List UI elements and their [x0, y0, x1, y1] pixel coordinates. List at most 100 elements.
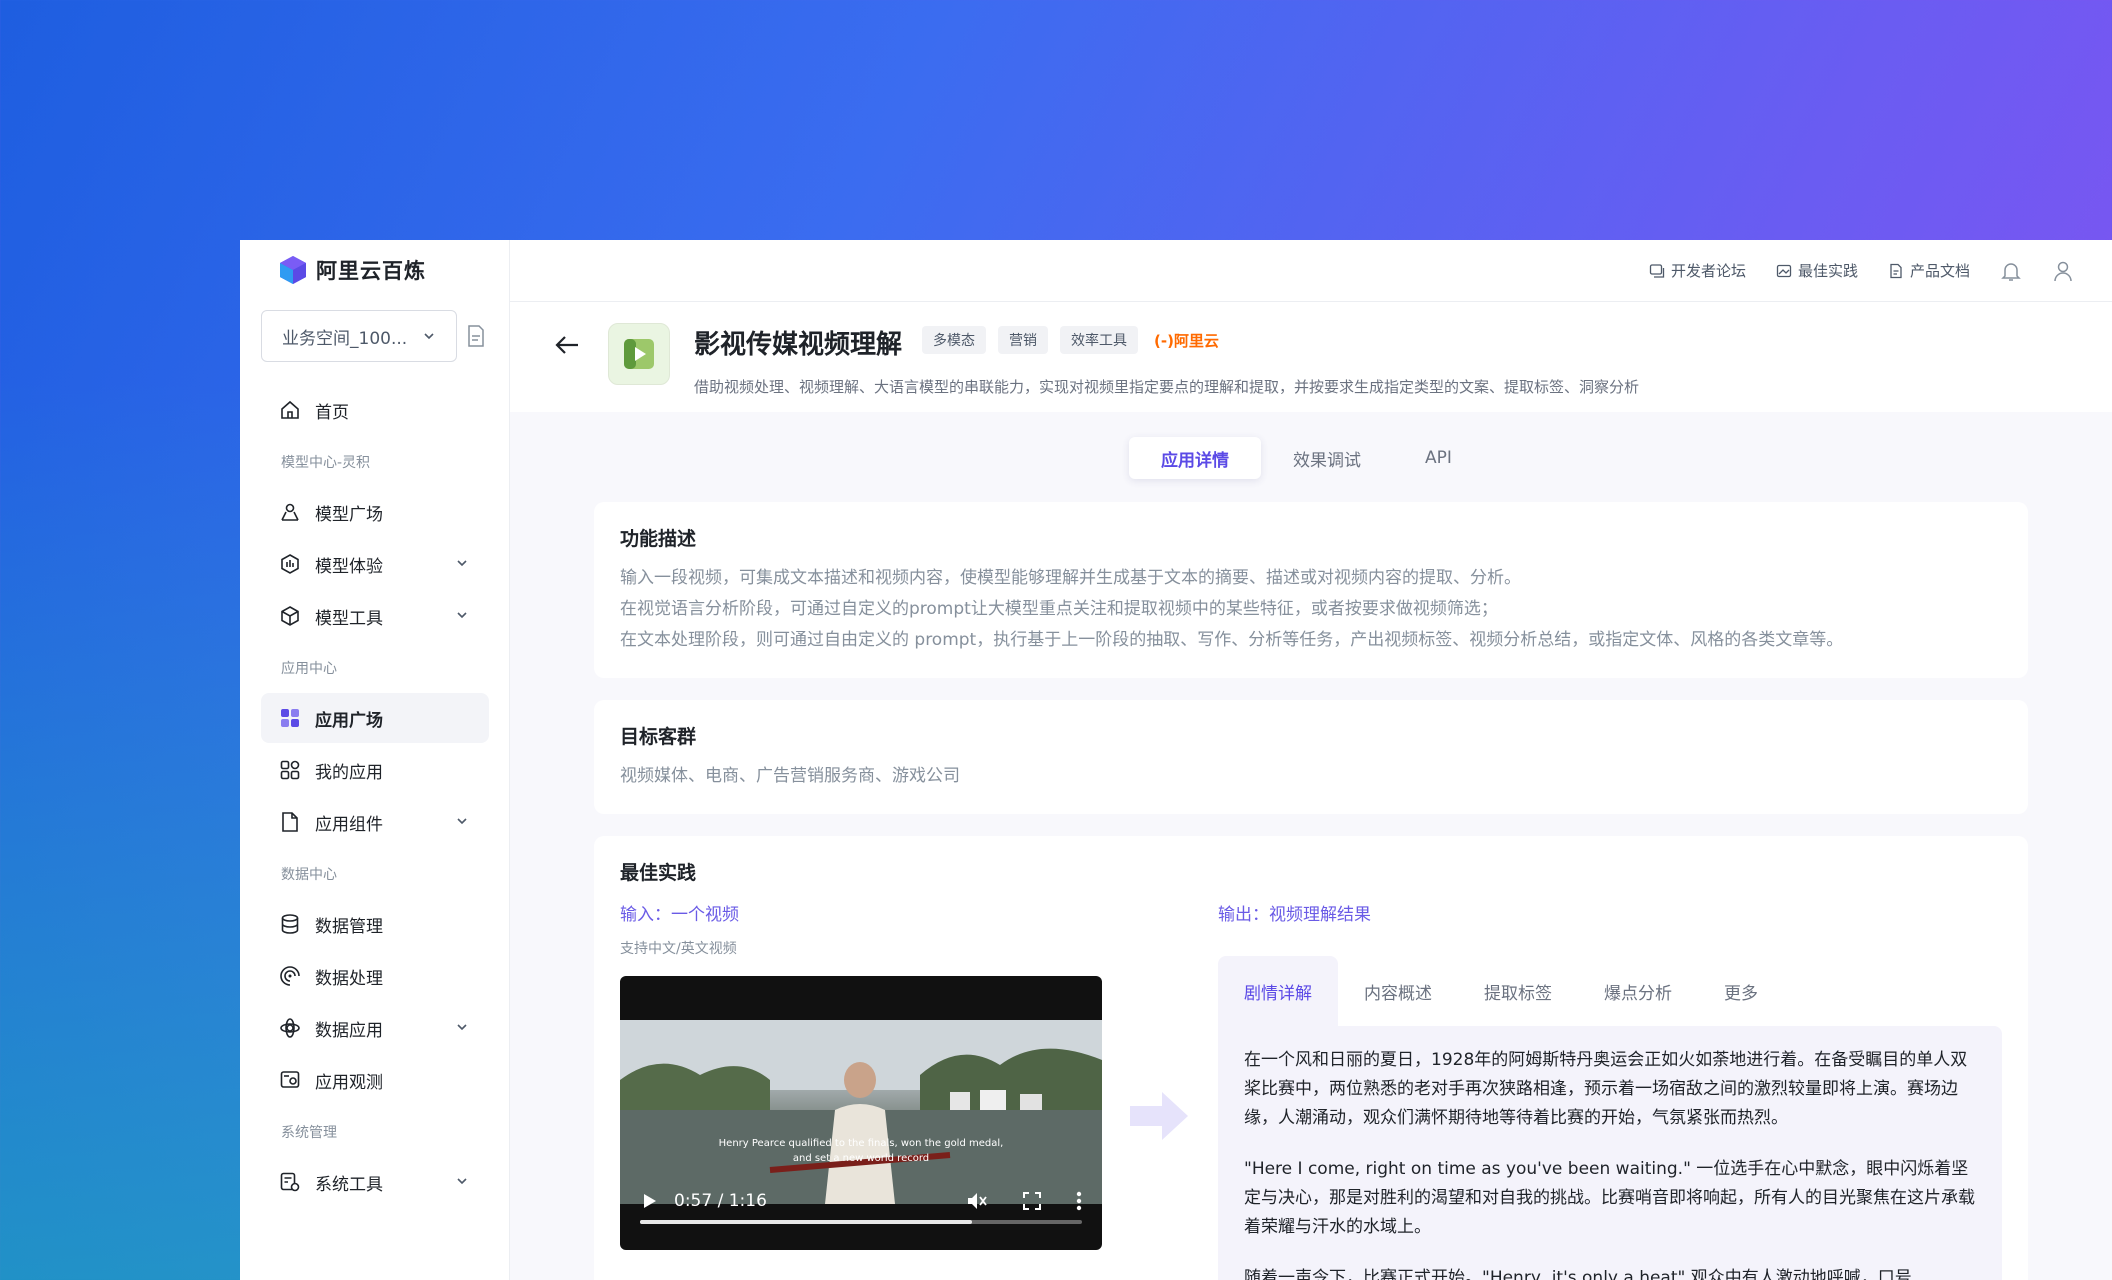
home-icon	[279, 399, 301, 421]
document-icon[interactable]	[466, 324, 486, 348]
output-paragraph: "Here I come, right on time as you've be…	[1244, 1159, 1975, 1237]
user-icon[interactable]	[2052, 260, 2074, 282]
feature-line: 在视觉语言分析阶段，可通过自定义的prompt让大模型重点关注和提取视频中的某些…	[620, 599, 1498, 619]
sidebar-item[interactable]: 我的应用	[261, 745, 489, 795]
tab-api[interactable]: API	[1393, 437, 1484, 479]
input-note: 支持中文/英文视频	[620, 941, 737, 957]
my-apps-icon	[279, 759, 301, 781]
mute-icon[interactable]	[966, 1190, 988, 1212]
tab-app-detail[interactable]: 应用详情	[1129, 437, 1261, 479]
database-icon	[279, 913, 301, 935]
sidebar-item-label: 模型体验	[315, 556, 383, 577]
input-label: 输入：一个视频	[620, 905, 739, 925]
detail-tabs: 应用详情 效果调试 API	[1129, 437, 1484, 479]
audience-title: 目标客群	[620, 726, 697, 748]
logo[interactable]: 阿里云百炼	[278, 254, 426, 286]
feature-title: 功能描述	[620, 528, 697, 550]
chevron-down-icon[interactable]	[455, 556, 469, 570]
output-tab-plot[interactable]: 剧情详解	[1218, 956, 1338, 1026]
tag: 营销	[998, 326, 1048, 354]
sidebar-group-label: 数据中心	[281, 867, 337, 883]
fullscreen-icon[interactable]	[1022, 1191, 1042, 1211]
product-docs-link[interactable]: 产品文档	[1888, 260, 1970, 281]
chevron-down-icon[interactable]	[455, 1020, 469, 1034]
sidebar-group-label: 应用中心	[281, 661, 337, 677]
tab-effect-debug[interactable]: 效果调试	[1261, 437, 1393, 479]
system-tools-icon	[279, 1171, 301, 1193]
brand-name: 阿里云百炼	[316, 259, 426, 283]
video-player[interactable]: Henry Pearce qualified to the finals, wo…	[620, 976, 1102, 1250]
topbar: 开发者论坛 最佳实践 产品文档	[510, 240, 2112, 302]
forum-icon	[1649, 263, 1665, 278]
back-arrow-icon[interactable]	[552, 330, 582, 360]
output-tab-summary[interactable]: 内容概述	[1338, 956, 1458, 1026]
output-paragraph: 在一个风和日丽的夏日，1928年的阿姆斯特丹奥运会正如火如荼地进行着。在备受瞩目…	[1244, 1050, 1968, 1128]
chevron-down-icon[interactable]	[455, 814, 469, 828]
sidebar-item[interactable]: 应用广场	[261, 693, 489, 743]
sidebar-group-label: 系统管理	[281, 1125, 337, 1141]
data-processing-icon	[279, 965, 301, 987]
sidebar: 阿里云百炼 业务空间_100... 首页模型中心-灵积模型广场模型体验模型工具应…	[240, 240, 510, 1280]
feature-line: 输入一段视频，可集成文本描述和视频内容，使模型能够理解并生成基于文本的摘要、描述…	[620, 568, 1521, 588]
output-label: 输出：视频理解结果	[1218, 905, 1371, 925]
play-icon[interactable]	[640, 1192, 658, 1210]
sidebar-item[interactable]: 应用组件	[261, 797, 489, 847]
sidebar-item[interactable]: 系统工具	[261, 1157, 489, 1207]
output-panel: 在一个风和日丽的夏日，1928年的阿姆斯特丹奥运会正如火如荼地进行着。在备受瞩目…	[1218, 1026, 2002, 1280]
app-title: 影视传媒视频理解	[694, 330, 903, 360]
app-header: 影视传媒视频理解 多模态 营销 效率工具 (-)阿里云 借助视频处理、视频理解、…	[510, 302, 2112, 412]
output-paragraph: 随着一声令下，比赛正式开始。"Henry, it's only a heat" …	[1244, 1268, 1912, 1280]
video-frame: Henry Pearce qualified to the finals, wo…	[620, 1020, 1102, 1204]
product-docs-label: 产品文档	[1909, 262, 1970, 280]
sidebar-item[interactable]: 数据处理	[261, 951, 489, 1001]
video-subtitle-line: and set a new world record	[792, 1153, 930, 1164]
chevron-down-icon[interactable]	[455, 1174, 469, 1188]
video-subtitle-line: Henry Pearce qualified to the finals, wo…	[718, 1138, 1004, 1149]
feature-card: 功能描述 输入一段视频，可集成文本描述和视频内容，使模型能够理解并生成基于文本的…	[594, 502, 2028, 678]
output-tab-more[interactable]: 更多	[1698, 956, 1784, 1026]
logo-mark-icon	[280, 256, 306, 284]
feature-line: 在文本处理阶段，则可通过自由定义的 prompt，执行基于上一阶段的抽取、写作、…	[620, 630, 1844, 650]
output-tab-tags[interactable]: 提取标签	[1458, 956, 1578, 1026]
sidebar-item[interactable]: 模型工具	[261, 591, 489, 641]
sidebar-item[interactable]: 应用观测	[261, 1055, 489, 1105]
sidebar-item[interactable]: 首页	[261, 385, 489, 435]
model-square-icon	[279, 501, 301, 523]
more-vertical-icon[interactable]	[1076, 1191, 1082, 1211]
app-icon	[608, 323, 670, 385]
video-controls: 0:57 / 1:16	[620, 1186, 1102, 1216]
sidebar-nav: 首页模型中心-灵积模型广场模型体验模型工具应用中心应用广场 我的应用应用组件数据中…	[261, 385, 489, 1209]
workspace-label: 业务空间_100...	[282, 328, 408, 349]
workspace-selector[interactable]: 业务空间_100...	[261, 310, 457, 362]
video-progress-bar[interactable]	[640, 1220, 1082, 1224]
sidebar-item-label: 数据管理	[315, 916, 383, 937]
play-icon	[624, 339, 654, 369]
sidebar-item-label: 数据处理	[315, 968, 383, 989]
tag: 多模态	[922, 326, 986, 354]
app-tags: 多模态 营销 效率工具 (-)阿里云	[922, 326, 1219, 354]
tag: 效率工具	[1060, 326, 1138, 354]
best-practice-link[interactable]: 最佳实践	[1776, 260, 1858, 281]
sidebar-item[interactable]: 模型体验	[261, 539, 489, 589]
sidebar-group-label: 模型中心-灵积	[281, 455, 371, 471]
observability-icon	[279, 1069, 301, 1091]
audience-text: 视频媒体、电商、广告营销服务商、游戏公司	[620, 766, 960, 786]
sidebar-item-label: 应用观测	[315, 1072, 383, 1093]
video-progress-fill	[640, 1220, 972, 1224]
chevron-down-icon[interactable]	[455, 608, 469, 622]
image-icon	[1776, 264, 1792, 277]
vendor-tag: (-)阿里云	[1154, 331, 1219, 350]
best-practice-card: 最佳实践 输入：一个视频 支持中文/英文视频 Henry Pearce qual…	[594, 836, 2028, 1280]
output-tab-highlights[interactable]: 爆点分析	[1578, 956, 1698, 1026]
chevron-down-icon	[424, 333, 434, 340]
sidebar-item[interactable]: 模型广场	[261, 487, 489, 537]
app-window: 阿里云百炼 业务空间_100... 首页 模型中心-灵积 模型广场 模型体验 模型工具应…	[240, 240, 2112, 1280]
bell-icon[interactable]	[2000, 260, 2022, 282]
sidebar-item[interactable]: 数据管理	[261, 899, 489, 949]
video-scenery	[620, 1020, 1102, 1204]
developer-forum-label: 开发者论坛	[1670, 262, 1746, 280]
sidebar-item-label: 应用组件	[315, 814, 383, 835]
developer-forum-link[interactable]: 开发者论坛	[1649, 260, 1746, 281]
video-time: 0:57 / 1:16	[674, 1191, 767, 1211]
sidebar-item[interactable]: 数据应用	[261, 1003, 489, 1053]
